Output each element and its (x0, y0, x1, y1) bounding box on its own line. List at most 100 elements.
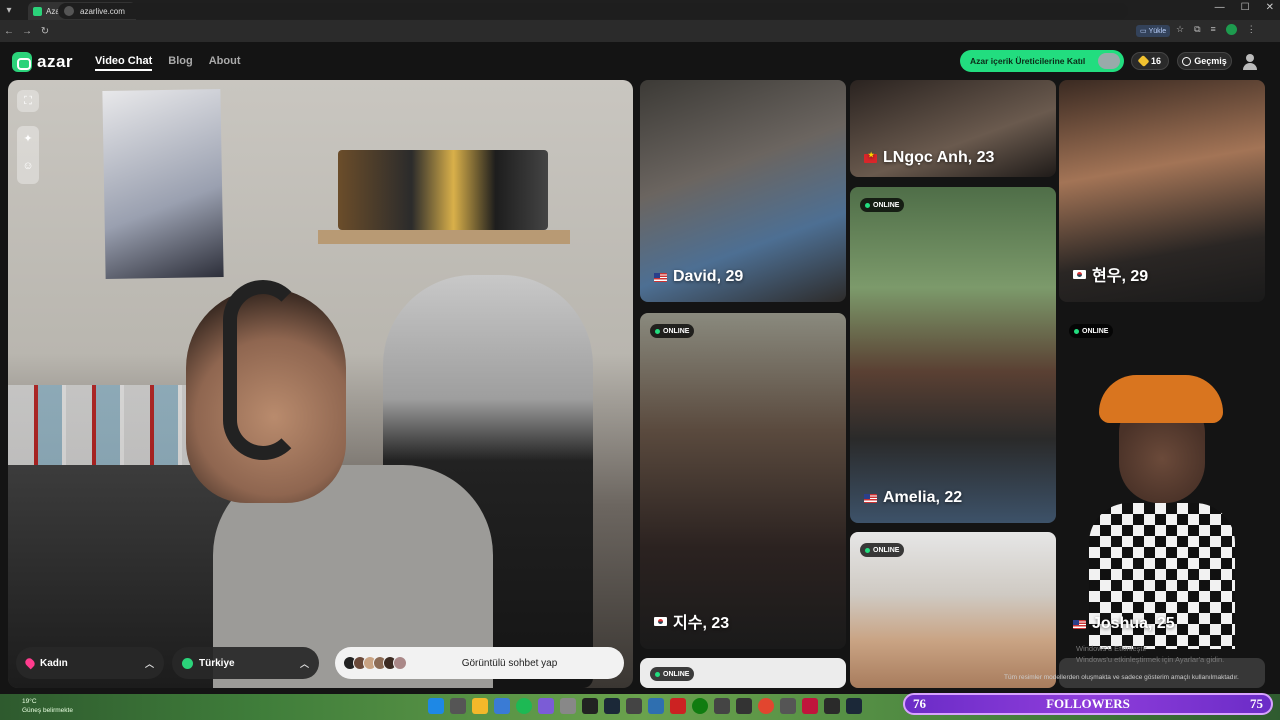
browser-menu-icon[interactable]: ⋮ (1247, 24, 1256, 35)
profile-name: 현우, 29 (1073, 262, 1148, 286)
maximize-icon[interactable]: ☐ (1241, 2, 1250, 13)
app-icon[interactable] (648, 698, 664, 714)
followers-current: 76 (913, 696, 926, 711)
join-creators-button[interactable]: Azar içerik Üreticilerine Katıl (960, 50, 1124, 72)
steam-icon[interactable] (604, 698, 620, 714)
site-info-icon[interactable] (64, 6, 74, 16)
xbox-icon[interactable] (692, 698, 708, 714)
app-icon[interactable] (626, 698, 642, 714)
online-badge: ONLINE (650, 667, 695, 681)
globe-icon (182, 657, 193, 669)
us-flag-icon (654, 272, 667, 282)
window-controls: — ☐ ✕ (1215, 2, 1274, 13)
app-icon[interactable] (824, 698, 840, 714)
file-explorer-icon[interactable] (472, 698, 488, 714)
online-dot-icon (1074, 328, 1079, 334)
online-dot-icon (865, 202, 870, 208)
azar-logo-icon (12, 52, 32, 72)
app-icon[interactable] (780, 698, 796, 714)
app-icon[interactable] (714, 698, 730, 714)
online-badge: ONLINE (860, 543, 905, 557)
back-icon[interactable]: ← (0, 26, 18, 37)
join-creators-label: Azar içerik Üreticilerine Katıl (970, 56, 1086, 66)
effects-toolbar: ✦ ☺ (17, 126, 39, 184)
azar-logo[interactable]: azar (12, 52, 73, 72)
main-nav: Video Chat Blog About (95, 55, 240, 71)
profile-card-ngoc-anh[interactable]: LNgọc Anh, 23 (850, 80, 1056, 177)
edge-icon[interactable] (494, 698, 510, 714)
profile-card-partial-2[interactable]: ONLINE (850, 532, 1056, 688)
us-flag-icon (1073, 619, 1086, 629)
wall-shelf (318, 230, 570, 244)
followers-goal-bar: 76 FOLLOWERS 75 (903, 693, 1273, 715)
us-flag-icon (864, 493, 877, 503)
profile-card-amelia[interactable]: ONLINE Amelia, 22 (850, 187, 1056, 523)
epic-games-icon[interactable] (582, 698, 598, 714)
profile-card-hyunwoo[interactable]: 현우, 29 (1059, 80, 1265, 302)
discord-icon[interactable] (538, 698, 554, 714)
profile-avatar[interactable] (1225, 24, 1237, 35)
app-icon[interactable] (736, 698, 752, 714)
windows-activation-note: Windows'u Etkinleştir Windows'u etkinleş… (1076, 644, 1225, 664)
camera-preview: ⛶ ✦ ☺ Kadın ︿ Türkiye ︿ Görüntülü sohbet (8, 80, 633, 688)
profile-name: David, 29 (654, 268, 743, 286)
chevron-up-icon: ︿ (299, 658, 309, 669)
profile-name: 지수, 23 (654, 609, 729, 633)
azar-page: azar Video Chat Blog About Azar içerik Ü… (0, 42, 1280, 694)
online-dot-icon (655, 671, 660, 677)
toolbar-icons: ☆ ⧉ ≡ ⋮ (1176, 24, 1256, 35)
azar-favicon-icon (33, 6, 42, 16)
online-badge: ONLINE (860, 198, 905, 212)
country-filter[interactable]: Türkiye ︿ (172, 647, 319, 679)
shelf-collectibles (338, 150, 548, 230)
minimize-icon[interactable]: — (1215, 2, 1225, 13)
chrome-icon[interactable] (758, 698, 774, 714)
history-button[interactable]: Geçmiş (1177, 52, 1232, 70)
profile-card-partial-1[interactable]: ONLINE (640, 658, 846, 688)
headset (223, 280, 303, 460)
forward-icon[interactable]: → (18, 26, 36, 37)
reload-icon[interactable]: ↻ (36, 26, 54, 37)
logo-text: azar (37, 52, 74, 71)
chevron-up-icon: ︿ (144, 658, 154, 669)
weather-temp: 19°C (22, 698, 37, 705)
profile-card-jisu[interactable]: ONLINE 지수, 23 (640, 313, 846, 649)
kr-flag-icon (654, 616, 667, 626)
nav-blog[interactable]: Blog (168, 55, 192, 71)
weather-widget[interactable]: 19°C Güneş belirmekte (22, 697, 73, 715)
profile-card-joshua[interactable]: ONLINE Joshua, 25 (1059, 313, 1265, 649)
media-icon[interactable]: ≡ (1211, 24, 1216, 35)
install-button[interactable]: ▭ Yükle (1136, 25, 1171, 37)
app-icon[interactable] (802, 698, 818, 714)
gender-filter[interactable]: Kadın ︿ (16, 647, 164, 679)
address-bar[interactable]: azarlive.com (58, 3, 1128, 19)
online-dot-icon (865, 547, 870, 553)
nav-about[interactable]: About (209, 55, 241, 71)
extensions-icon[interactable]: ⧉ (1194, 24, 1200, 35)
app-icon[interactable] (670, 698, 686, 714)
app-icon[interactable] (560, 698, 576, 714)
user-profile-icon[interactable] (1243, 54, 1257, 70)
nav-video-chat[interactable]: Video Chat (95, 55, 153, 71)
fullscreen-icon[interactable]: ⛶ (17, 90, 39, 112)
followers-label: FOLLOWERS (1046, 696, 1130, 711)
followers-goal: 75 (1249, 696, 1263, 711)
spotify-icon[interactable] (516, 698, 532, 714)
install-label: Yükle (1148, 27, 1167, 35)
coin-balance[interactable]: 16 (1131, 52, 1169, 70)
task-view-icon[interactable] (450, 698, 466, 714)
taskbar-apps (428, 698, 862, 714)
start-video-chat-button[interactable]: Görüntülü sohbet yap (335, 647, 624, 679)
face-filter-icon[interactable]: ☺ (17, 160, 39, 172)
profile-card-david[interactable]: David, 29 (640, 80, 846, 302)
bookmark-star-icon[interactable]: ☆ (1176, 24, 1184, 35)
sparkle-effect-icon[interactable]: ✦ (17, 132, 39, 145)
online-badge: ONLINE (650, 324, 695, 338)
tab-search-icon[interactable]: ▾ (0, 1, 18, 19)
steam-icon[interactable] (846, 698, 862, 714)
monitor-icon: ▭ (1140, 28, 1147, 35)
orange-bucket-hat (1099, 375, 1223, 423)
close-window-icon[interactable]: ✕ (1266, 2, 1274, 13)
start-icon[interactable] (428, 698, 444, 714)
profile-name: LNgọc Anh, 23 (864, 149, 994, 167)
